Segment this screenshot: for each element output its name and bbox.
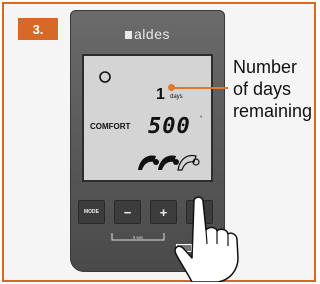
setting-unit: ° xyxy=(200,116,203,122)
shower-level-icons xyxy=(138,154,200,171)
brand-mark-icon xyxy=(125,31,133,40)
callout-line-2: of days xyxy=(233,79,292,99)
comfort-mode-label: COMFORT xyxy=(90,122,131,131)
shower-icon xyxy=(158,155,179,170)
callout-pointer-line xyxy=(172,87,228,89)
clock-icon xyxy=(99,71,111,83)
callout-line-1: Number xyxy=(233,57,298,77)
shower-outline-icon xyxy=(177,154,200,171)
brand-name: aldes xyxy=(134,26,170,42)
brand-logo: aldes xyxy=(70,26,225,42)
minus-button[interactable]: − xyxy=(114,200,141,224)
setting-value: 500 xyxy=(148,114,191,139)
days-remaining-value: 1 xyxy=(156,86,165,103)
pointing-hand-icon xyxy=(174,196,239,282)
mode-button[interactable]: MODE xyxy=(78,200,105,224)
lcd-display: 1 days COMFORT 500 ° xyxy=(82,54,213,182)
bracket-label: 3 sec xyxy=(133,235,145,240)
callout-label: Number of days remaining xyxy=(233,56,317,122)
callout-line-3: remaining xyxy=(233,101,313,121)
callout-pointer-dot xyxy=(168,84,175,91)
press-duration-bracket: 3 sec xyxy=(111,233,165,241)
days-unit-label: days xyxy=(170,94,183,100)
step-badge: 3. xyxy=(18,18,58,40)
shower-icon xyxy=(138,155,159,170)
